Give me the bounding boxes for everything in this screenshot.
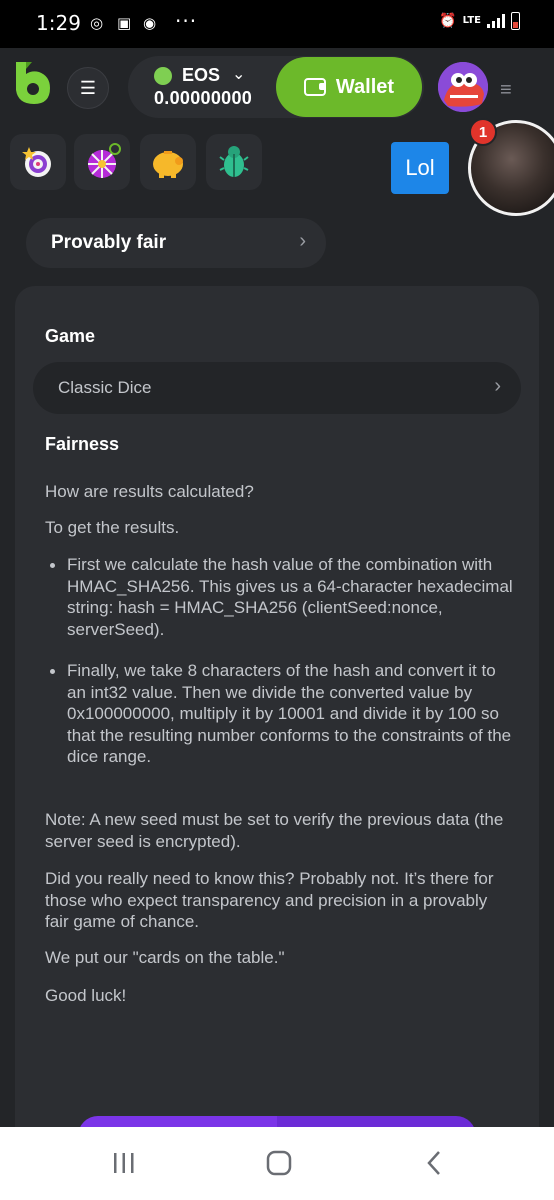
balance-amount: 0.00000000 xyxy=(154,88,253,108)
home-icon xyxy=(266,1150,292,1176)
unread-count-badge: 1 xyxy=(469,118,497,146)
alarm-icon: ⏰ xyxy=(439,13,457,29)
game-shortcut-target[interactable] xyxy=(10,134,66,190)
status-bar: 1:29 ◎ ▣ ◉ ··· ⏰ LTE xyxy=(0,0,554,48)
back-icon xyxy=(427,1151,440,1175)
system-navigation-bar xyxy=(0,1127,554,1200)
bug-icon xyxy=(219,146,249,177)
back-button[interactable] xyxy=(414,1147,454,1179)
wallet-label: Wallet xyxy=(335,75,395,98)
question-text: How are results calculated? xyxy=(45,482,254,501)
list-item: First we calculate the hash value of the… xyxy=(45,554,515,640)
breadcrumb-label: Provably fair xyxy=(51,232,167,253)
list-item: Finally, we take 8 characters of the has… xyxy=(45,660,515,768)
more-notifications-icon: ··· xyxy=(175,9,198,33)
avatar-character-icon xyxy=(438,62,488,112)
bcgame-logo-icon[interactable] xyxy=(12,60,52,106)
provably-fair-breadcrumb[interactable]: Provably fair › xyxy=(26,218,326,268)
messenger-icon: ◉ xyxy=(143,14,157,32)
wallet-icon xyxy=(303,78,326,96)
battery-icon xyxy=(511,12,520,30)
bullet-text: Finally, we take 8 characters of the has… xyxy=(67,661,512,766)
intro-text: To get the results. xyxy=(45,518,180,537)
recents-button[interactable] xyxy=(104,1147,144,1179)
bullet-text: First we calculate the hash value of the… xyxy=(67,555,513,639)
hamburger-menu-button[interactable]: ☰ xyxy=(67,67,109,109)
piggy-bank-icon xyxy=(153,151,183,178)
chevron-right-icon: › xyxy=(494,375,501,397)
wheel-icon xyxy=(88,143,121,178)
game-select[interactable]: Classic Dice › xyxy=(33,362,521,414)
cards-text: We put our "cards on the table." xyxy=(45,948,285,967)
target-icon xyxy=(22,147,51,177)
currency-label: EOS xyxy=(182,65,221,85)
fairness-card: Game Classic Dice › Fairness How are res… xyxy=(15,286,539,1186)
recents-icon xyxy=(114,1153,134,1173)
chevron-right-icon: › xyxy=(299,230,306,252)
game-heading: Game xyxy=(45,326,96,346)
hamburger-icon: ☰ xyxy=(79,77,97,98)
eos-icon xyxy=(154,67,172,85)
game-shortcut-piggy[interactable] xyxy=(140,134,196,190)
game-shortcut-wheel[interactable] xyxy=(74,134,130,190)
podcast-icon: ◎ xyxy=(90,14,104,32)
gallery-icon: ▣ xyxy=(117,14,132,32)
user-menu-icon[interactable]: ≡ xyxy=(500,79,512,102)
explanation-text: Did you really need to know this? Probab… xyxy=(45,869,494,931)
network-type: LTE xyxy=(462,15,481,26)
home-button[interactable] xyxy=(259,1147,299,1179)
game-shortcut-bug[interactable] xyxy=(206,134,262,190)
bullet-dot xyxy=(50,669,55,674)
note-text: Note: A new seed must be set to verify t… xyxy=(45,810,504,851)
chevron-down-icon: ⌄ xyxy=(232,66,246,83)
good-luck-text: Good luck! xyxy=(45,986,127,1005)
chat-message-bubble[interactable]: Lol xyxy=(391,142,449,194)
status-time: 1:29 xyxy=(36,11,81,35)
wallet-button[interactable]: Wallet xyxy=(276,57,422,117)
bullet-dot xyxy=(50,563,55,568)
avatar[interactable] xyxy=(438,62,488,112)
game-select-value: Classic Dice xyxy=(58,378,152,397)
fairness-heading: Fairness xyxy=(45,434,120,454)
signal-icon xyxy=(487,14,505,28)
